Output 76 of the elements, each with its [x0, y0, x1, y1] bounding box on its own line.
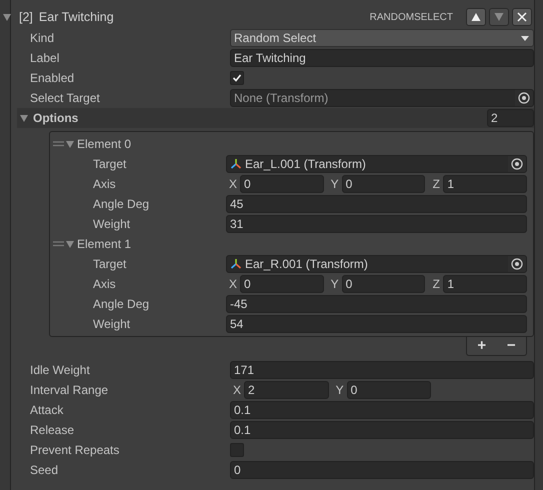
input-field[interactable]: 0: [342, 175, 426, 193]
field-label: Axis: [93, 276, 117, 293]
input-field[interactable]: 0.1: [230, 421, 534, 439]
field-label: Weight: [93, 216, 132, 233]
transform-icon: [230, 258, 242, 270]
input-field[interactable]: 0.1: [230, 401, 534, 419]
dropdown[interactable]: Random Select: [230, 29, 534, 47]
object-field[interactable]: Ear_R.001 (Transform): [226, 255, 527, 273]
down-arrow-icon: [493, 11, 505, 23]
field-label: Interval Range: [30, 382, 110, 399]
field-label: Prevent Repeats: [30, 442, 120, 459]
field-label: Idle Weight: [30, 362, 91, 379]
field-label: Angle Deg: [93, 296, 150, 313]
check-icon: [232, 73, 242, 83]
input-field[interactable]: 1: [443, 175, 527, 193]
input-field[interactable]: 171: [230, 361, 534, 379]
foldout-arrow[interactable]: [65, 239, 75, 249]
field-label: Label: [30, 50, 60, 67]
list-button[interactable]: +: [473, 338, 490, 354]
field-label: Kind: [30, 30, 56, 47]
drag-handle-icon: [53, 140, 65, 148]
target-picker-icon: [511, 158, 523, 170]
input-field[interactable]: 0: [240, 175, 324, 193]
target-picker-icon: [511, 258, 523, 270]
field-label: Target: [93, 156, 128, 173]
field-label: Attack: [30, 402, 64, 419]
field-label: Target: [93, 256, 128, 273]
list-button[interactable]: −: [502, 338, 520, 354]
checkbox[interactable]: [230, 443, 244, 457]
field-label: Weight: [93, 316, 132, 333]
axis-label: Y: [334, 382, 345, 399]
element-title: Element 1: [77, 236, 132, 253]
object-field[interactable]: Ear_L.001 (Transform): [226, 155, 527, 173]
input-field[interactable]: Ear Twitching: [230, 49, 534, 67]
drag-handle-icon: [53, 240, 65, 248]
component-index: [2]: [19, 8, 33, 26]
axis-label: Z: [432, 276, 441, 293]
axis-label: Y: [330, 276, 340, 293]
up-arrow-icon: [470, 11, 482, 23]
field-label: Angle Deg: [93, 196, 150, 213]
component-title: Ear Twitching: [38, 8, 114, 26]
input-field[interactable]: 0: [346, 381, 432, 399]
foldout-arrow[interactable]: [19, 113, 29, 123]
element-title: Element 0: [77, 136, 132, 153]
input-field[interactable]: 45: [226, 195, 527, 213]
foldout-arrow[interactable]: [65, 139, 75, 149]
checkbox[interactable]: [230, 71, 244, 85]
axis-label: X: [228, 176, 238, 193]
input-field[interactable]: 54: [226, 315, 527, 333]
count-field[interactable]: 2: [487, 109, 534, 127]
input-field[interactable]: 0: [230, 461, 534, 479]
input-field[interactable]: -45: [226, 295, 527, 313]
axis-label: Y: [330, 176, 340, 193]
input-field[interactable]: 31: [226, 215, 527, 233]
field-label: Release: [30, 422, 76, 439]
axis-label: X: [228, 276, 238, 293]
field-label: Axis: [93, 176, 117, 193]
field-label: Select Target: [30, 90, 101, 107]
caret-icon: [520, 34, 530, 42]
input-field[interactable]: 1: [443, 275, 527, 293]
move-up-button[interactable]: [466, 8, 486, 26]
input-field[interactable]: 2: [244, 381, 329, 399]
field-label: Seed: [30, 462, 60, 479]
transform-icon: [230, 158, 242, 170]
axis-label: Z: [432, 176, 441, 193]
input-field[interactable]: 0: [240, 275, 324, 293]
section-title: Options: [33, 110, 78, 127]
close-icon: [516, 11, 528, 23]
object-field[interactable]: None (Transform): [230, 89, 534, 107]
foldout-arrow[interactable]: [2, 12, 12, 22]
close-button[interactable]: [512, 8, 532, 26]
type-label: RANDOMSELECT: [370, 10, 453, 24]
field-label: Enabled: [30, 70, 76, 87]
axis-label: X: [232, 382, 242, 399]
target-picker-icon: [518, 92, 530, 104]
input-field[interactable]: 0: [342, 275, 426, 293]
